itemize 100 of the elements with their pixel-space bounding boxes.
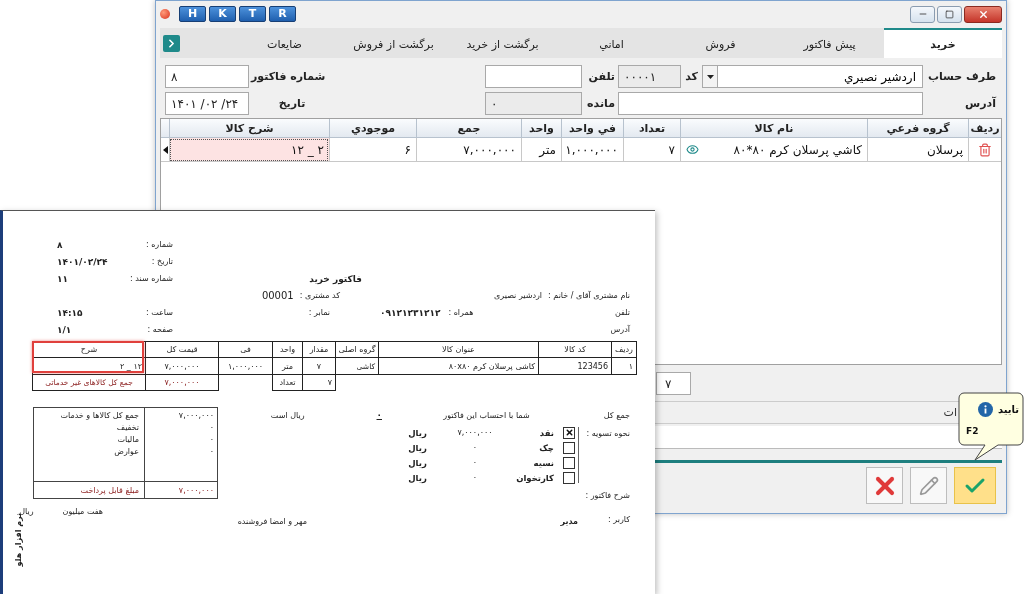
- tab[interactable]: ضایعات: [230, 28, 339, 58]
- meta-label: تاریخ :: [150, 257, 173, 266]
- column-header: [161, 119, 169, 138]
- field-label: آدرس: [964, 97, 997, 110]
- quantity-total-field[interactable]: ۷: [656, 372, 691, 395]
- field-label: تاریخ: [277, 97, 307, 110]
- invoice-number-field[interactable]: ۸: [165, 65, 249, 88]
- toolbar-button[interactable]: K: [209, 6, 236, 22]
- total-label: جمع کل کالاها و خدمات: [60, 411, 139, 420]
- code-field[interactable]: ۰۰۰۰۱: [618, 65, 681, 88]
- info-icon: [977, 402, 993, 417]
- total-value: ۰: [209, 435, 214, 444]
- dropdown-button[interactable]: [703, 66, 718, 87]
- balance-text: شما با احتساب این فاکتور: [443, 410, 530, 420]
- account-combo[interactable]: اردشیر نصیري: [702, 65, 923, 88]
- payment-method: نقد: [539, 427, 554, 438]
- payment-method: کارتخوان: [516, 472, 554, 483]
- customer-name: اردشیر نصیری: [494, 291, 543, 300]
- tab[interactable]: فروش: [666, 28, 775, 58]
- field-label: طرف حساب: [926, 70, 997, 83]
- tab[interactable]: اماني: [557, 28, 666, 58]
- field-label: کد: [685, 70, 698, 83]
- column-header: جمع: [416, 119, 521, 138]
- column-header: موجودي: [329, 119, 416, 138]
- total-label: تخفیف: [116, 423, 139, 432]
- total-label: عوارض: [114, 447, 139, 456]
- notes-label: ات: [943, 406, 957, 419]
- grand-total-label: جمع کل: [603, 410, 630, 420]
- table-cell: ۷,۰۰۰,۰۰۰: [145, 374, 219, 391]
- field-label: تلفن: [587, 70, 616, 83]
- column-header: في واحد: [561, 119, 623, 138]
- fax-label: نمابر :: [308, 308, 330, 317]
- toolbar-button[interactable]: H: [179, 6, 206, 22]
- tab[interactable]: برگشت از خرید: [448, 28, 557, 58]
- balance-suffix: ریال است: [270, 410, 305, 420]
- meta-label: صفحه :: [146, 325, 173, 334]
- mobile-number: ۰۹۱۲۱۲۳۱۲۱۲: [380, 307, 441, 318]
- user-label: کاربر :: [608, 514, 630, 524]
- edit-button[interactable]: [910, 467, 947, 504]
- date-field[interactable]: ۱۴۰۱ /۰۲ /۲۴: [165, 92, 249, 115]
- customer-code-value: 00001: [261, 290, 294, 301]
- meta-value: ۸: [57, 239, 64, 250]
- total-label: مالیات: [117, 435, 139, 444]
- payment-method: نسیه: [533, 457, 554, 468]
- close-button[interactable]: [964, 5, 1002, 23]
- maximize-button[interactable]: [937, 5, 962, 23]
- table-cell: پرسلان: [867, 138, 968, 162]
- cancel-button[interactable]: [866, 467, 903, 504]
- table-cell: متر: [521, 138, 561, 162]
- item-name: کاشي پرسلان کرم ۸۰*۸۰: [733, 142, 862, 157]
- settlement-label: نحوه تسویه :: [586, 429, 630, 438]
- meta-label: شماره سند :: [129, 274, 173, 283]
- table-cell: ۱,۰۰۰,۰۰۰: [561, 138, 623, 162]
- table-cell: ۱: [611, 357, 637, 375]
- eye-icon: [686, 143, 699, 156]
- column-header: شرح کالا: [169, 119, 329, 138]
- payment-method: چک: [539, 442, 554, 453]
- payment-amount: ۰: [472, 458, 478, 467]
- app-icon: [160, 9, 170, 19]
- meta-label: ساعت :: [145, 308, 173, 317]
- field-label: مانده: [586, 97, 616, 110]
- currency-label: ریال: [408, 442, 427, 453]
- toolbar-button[interactable]: R: [269, 6, 296, 22]
- table-cell: ۷,۰۰۰,۰۰۰: [416, 138, 521, 162]
- column-header: گروه فرعي: [867, 119, 968, 138]
- payable-label: مبلغ قابل پرداخت: [80, 485, 139, 495]
- tab[interactable]: برگشت از فروش: [339, 28, 448, 58]
- confirm-button[interactable]: [954, 467, 996, 504]
- payment-amount: ۰: [472, 473, 478, 482]
- caret-icon: [706, 74, 714, 79]
- payment-amount: ۰: [472, 443, 478, 452]
- meta-value: ۱۴:۱۵: [56, 307, 84, 318]
- meta-value: ۱۱: [57, 273, 69, 284]
- invoice-title: فاکتور خرید: [309, 273, 362, 284]
- signature-label: مهر و امضا فروشنده: [237, 516, 307, 526]
- minimize-button[interactable]: [910, 5, 935, 23]
- payment-amount: ۷,۰۰۰,۰۰۰: [457, 428, 493, 437]
- tab[interactable]: خرید: [884, 28, 1002, 58]
- table-cell: ۷: [302, 374, 336, 391]
- currency-label: ریال: [408, 427, 427, 438]
- field-label: شماره فاکتور: [249, 70, 327, 83]
- toolbar-button[interactable]: T: [239, 6, 266, 22]
- trash-icon: [978, 142, 992, 157]
- meta-value: ۱۴۰۱/۰۲/۲۴: [57, 256, 109, 267]
- balance-value: ۰: [376, 410, 382, 420]
- amount-in-words: هفت میلیون: [62, 507, 103, 516]
- column-header: نام کالا: [680, 119, 867, 138]
- phone-field[interactable]: [485, 65, 582, 88]
- table-cell: ۶: [329, 138, 416, 162]
- shortcut-key: F2: [966, 426, 979, 436]
- close-icon: [977, 8, 989, 20]
- balance-field[interactable]: ۰: [485, 92, 582, 115]
- currency-label: ریال: [408, 472, 427, 483]
- address-field[interactable]: [618, 92, 923, 115]
- column-header: تعداد: [623, 119, 680, 138]
- tooltip-title: تایید: [997, 404, 1019, 415]
- delete-row-button[interactable]: [968, 138, 1001, 162]
- total-value: ۰: [209, 423, 214, 432]
- scroll-tabs-button[interactable]: [163, 34, 180, 52]
- tab[interactable]: پیش فاکتور: [775, 28, 884, 58]
